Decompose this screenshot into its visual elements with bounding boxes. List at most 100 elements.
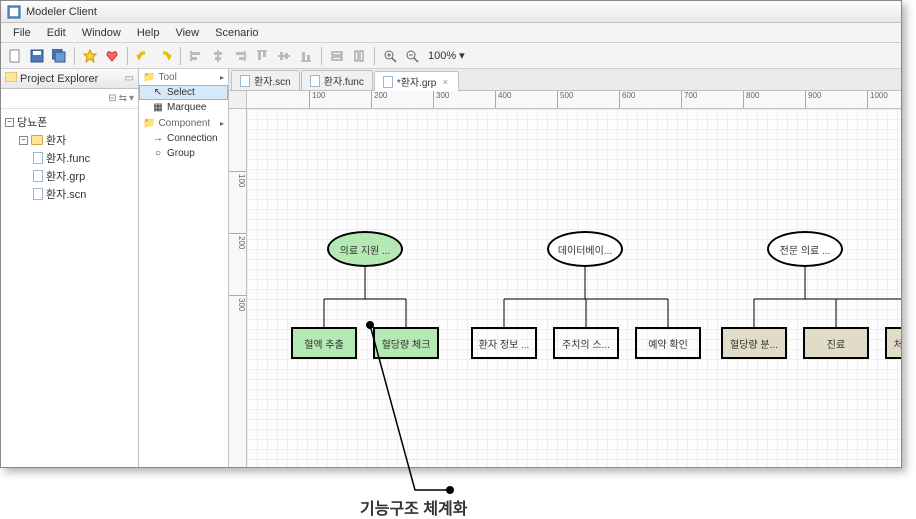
diagram-canvas[interactable]: 의료 지원 ... 데이터베이... 전문 의료 ... 혈액 추출 혈당량 체크 환자 … [247, 109, 901, 467]
tree-label: 환자.scn [46, 186, 86, 202]
align-middle-icon[interactable] [274, 46, 294, 66]
ruler-tick: 500 [557, 91, 573, 108]
annotation-label: 기능구조 체계화 [360, 495, 468, 519]
diagram-oval[interactable]: 의료 지원 ... [327, 231, 403, 267]
tab-func[interactable]: 환자.func [301, 70, 373, 90]
dropdown-icon[interactable]: ▾ [459, 49, 465, 62]
favorite-icon[interactable] [80, 46, 100, 66]
folder-icon [5, 72, 17, 85]
tree-file[interactable]: 환자.func [5, 149, 134, 167]
diagram-rect[interactable]: 혈당량 체크 [373, 327, 439, 359]
align-bottom-icon[interactable] [296, 46, 316, 66]
menu-window[interactable]: Window [74, 25, 129, 41]
save-icon[interactable] [27, 46, 47, 66]
explorer-header: Project Explorer ▭ [1, 69, 138, 89]
ruler-horizontal: 10020030040050060070080090010001100 [229, 91, 901, 109]
tab-grp[interactable]: *환자.grp× [374, 71, 460, 91]
file-icon [33, 188, 43, 200]
diagram-rect[interactable]: 주치의 스... [553, 327, 619, 359]
new-icon[interactable] [5, 46, 25, 66]
file-icon [33, 170, 43, 182]
palette-panel: 📁 Tool ▸ ↖ Select ▦ Marquee 📁 Component … [139, 69, 229, 467]
zoom-out-icon[interactable] [402, 46, 422, 66]
align-right-icon[interactable] [230, 46, 250, 66]
ruler-vertical: 100200300 [229, 109, 247, 467]
file-icon [310, 75, 320, 87]
zoom-level[interactable]: 100%▾ [428, 49, 465, 62]
marquee-icon: ▦ [153, 103, 163, 113]
diagram-rect[interactable]: 진료 [803, 327, 869, 359]
palette-group[interactable]: ○ Group [139, 146, 228, 161]
ruler-tick: 600 [619, 91, 635, 108]
app-icon [7, 5, 21, 19]
minimize-icon[interactable]: ▭ [125, 73, 134, 84]
link-editor-icon[interactable]: ⇆ [119, 93, 127, 104]
diagram-rect[interactable]: 환자 정보 ... [471, 327, 537, 359]
diagram-rect[interactable]: 예약 확인 [635, 327, 701, 359]
tree-root[interactable]: − 당뇨폰 [5, 113, 134, 131]
ruler-tick: 200 [229, 233, 246, 249]
diagram-oval[interactable]: 전문 의료 ... [767, 231, 843, 267]
menu-view[interactable]: View [167, 25, 207, 41]
diagram-rect[interactable]: 혈액 추출 [291, 327, 357, 359]
match-height-icon[interactable] [349, 46, 369, 66]
file-icon [240, 75, 250, 87]
tree-label: 환자.grp [46, 168, 85, 184]
tree-folder[interactable]: − 환자 [5, 131, 134, 149]
folder-icon [31, 135, 43, 145]
ruler-tick: 1000 [867, 91, 888, 108]
diagram-oval[interactable]: 데이터베이... [547, 231, 623, 267]
heart-icon[interactable] [102, 46, 122, 66]
toolbar-separator [74, 47, 75, 65]
cursor-icon: ↖ [153, 88, 163, 98]
menubar: File Edit Window Help View Scenario [1, 23, 901, 43]
folder-icon: 📁 [143, 118, 155, 129]
collapse-icon[interactable]: − [19, 136, 28, 145]
align-center-icon[interactable] [208, 46, 228, 66]
tree-label: 환자.func [46, 150, 90, 166]
view-menu-icon[interactable]: ▾ [129, 93, 134, 104]
ruler-tick: 300 [433, 91, 449, 108]
ruler-tick: 200 [371, 91, 387, 108]
tab-scn[interactable]: 환자.scn [231, 70, 300, 90]
palette-marquee[interactable]: ▦ Marquee [139, 100, 228, 115]
collapse-all-icon[interactable]: ⊟ [108, 93, 116, 104]
toolbar-separator [180, 47, 181, 65]
explorer-title: Project Explorer [20, 73, 98, 85]
folder-icon: 📁 [143, 72, 155, 83]
zoom-in-icon[interactable] [380, 46, 400, 66]
editor-tabs: 환자.scn 환자.func *환자.grp× [229, 69, 901, 91]
ruler-corner [229, 91, 247, 109]
collapse-icon[interactable]: − [5, 118, 14, 127]
palette-component-header[interactable]: 📁 Component ▸ [139, 115, 228, 131]
redo-icon[interactable] [155, 46, 175, 66]
palette-select[interactable]: ↖ Select [139, 85, 228, 100]
explorer-toolbar: ⊟ ⇆ ▾ [1, 89, 138, 109]
connection-icon: → [153, 134, 163, 144]
match-width-icon[interactable] [327, 46, 347, 66]
project-tree: − 당뇨폰 − 환자 환자.func 환자.grp [1, 109, 138, 207]
diagram-rect[interactable]: 처방전 발급 [885, 327, 901, 359]
save-all-icon[interactable] [49, 46, 69, 66]
group-icon: ○ [153, 149, 163, 159]
chevron-icon: ▸ [220, 73, 224, 82]
menu-scenario[interactable]: Scenario [207, 25, 266, 41]
toolbar-separator [127, 47, 128, 65]
align-left-icon[interactable] [186, 46, 206, 66]
tree-file[interactable]: 환자.grp [5, 167, 134, 185]
tree-file[interactable]: 환자.scn [5, 185, 134, 203]
ruler-tick: 700 [681, 91, 697, 108]
menu-edit[interactable]: Edit [39, 25, 74, 41]
diagram-rect[interactable]: 혈당량 분... [721, 327, 787, 359]
close-icon[interactable]: × [440, 77, 450, 87]
palette-connection[interactable]: → Connection [139, 131, 228, 146]
tree-label: 당뇨폰 [17, 114, 47, 130]
undo-icon[interactable] [133, 46, 153, 66]
palette-tool-header[interactable]: 📁 Tool ▸ [139, 69, 228, 85]
menu-file[interactable]: File [5, 25, 39, 41]
editor-area: 환자.scn 환자.func *환자.grp× 1002003004005006… [229, 69, 901, 467]
align-top-icon[interactable] [252, 46, 272, 66]
toolbar: 100%▾ [1, 43, 901, 69]
menu-help[interactable]: Help [129, 25, 168, 41]
chevron-icon: ▸ [220, 119, 224, 128]
